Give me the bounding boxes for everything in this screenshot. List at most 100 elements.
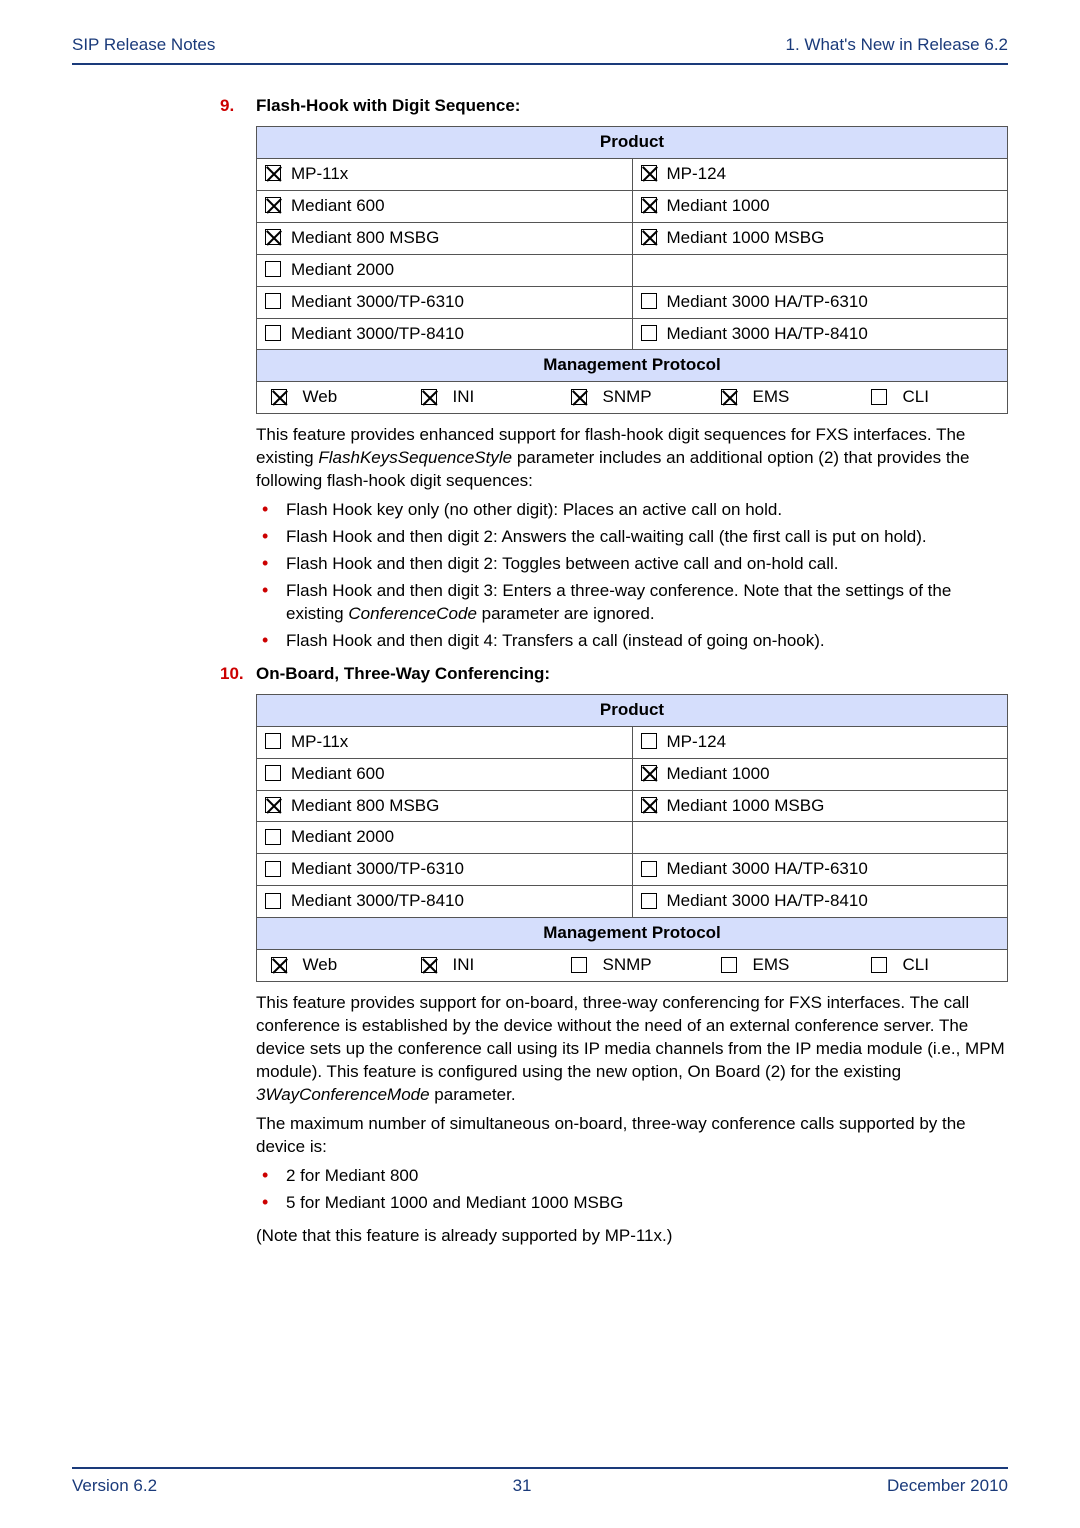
body-paragraph: The maximum number of simultaneous on-bo… xyxy=(256,1113,1008,1159)
product-label: Mediant 3000/TP-8410 xyxy=(291,324,464,343)
mgmt-label: INI xyxy=(445,950,558,981)
note-paragraph: (Note that this feature is already suppo… xyxy=(256,1225,1008,1248)
body-paragraph: This feature provides support for on-boa… xyxy=(256,992,1008,1107)
product-label: Mediant 3000 HA/TP-8410 xyxy=(667,324,868,343)
product-cell: Mediant 3000 HA/TP-8410 xyxy=(632,318,1008,350)
item-number: 9. xyxy=(220,95,256,118)
product-cell: Mediant 3000 HA/TP-6310 xyxy=(632,286,1008,318)
checkbox-icon xyxy=(265,293,281,309)
checkbox-icon xyxy=(271,957,287,973)
checkbox-icon xyxy=(571,957,587,973)
mgmt-label: SNMP xyxy=(595,950,708,981)
item-title: Flash-Hook with Digit Sequence: xyxy=(256,95,520,118)
checkbox-icon xyxy=(265,765,281,781)
footer-center: 31 xyxy=(513,1475,532,1498)
bullet-list: Flash Hook key only (no other digit): Pl… xyxy=(256,499,1008,653)
checkbox-icon xyxy=(265,229,281,245)
checkbox-icon xyxy=(641,765,657,781)
product-label: MP-124 xyxy=(667,732,727,751)
checkbox-icon xyxy=(641,893,657,909)
bullet-item: Flash Hook and then digit 2: Toggles bet… xyxy=(256,553,1008,576)
checkbox-icon xyxy=(641,197,657,213)
mgmt-label: SNMP xyxy=(595,382,708,413)
mgmt-checkbox-cell xyxy=(407,382,445,413)
bullet-item: Flash Hook and then digit 4: Transfers a… xyxy=(256,630,1008,653)
product-label: Mediant 800 MSBG xyxy=(291,796,439,815)
product-cell: Mediant 1000 xyxy=(632,758,1008,790)
product-cell: Mediant 800 MSBG xyxy=(257,790,633,822)
product-cell: Mediant 3000/TP-6310 xyxy=(257,854,633,886)
product-label: Mediant 600 xyxy=(291,764,385,783)
product-cell: Mediant 3000/TP-8410 xyxy=(257,318,633,350)
checkbox-icon xyxy=(265,797,281,813)
bullet-item: Flash Hook and then digit 3: Enters a th… xyxy=(256,580,1008,626)
checkbox-icon xyxy=(265,197,281,213)
mgmt-checkbox-cell xyxy=(857,382,895,413)
product-cell: Mediant 3000/TP-6310 xyxy=(257,286,633,318)
checkbox-icon xyxy=(641,165,657,181)
checkbox-icon xyxy=(641,861,657,877)
body-paragraph: This feature provides enhanced support f… xyxy=(256,424,1008,493)
product-cell: MP-11x xyxy=(257,726,633,758)
bullet-item: 2 for Mediant 800 xyxy=(256,1165,1008,1188)
product-cell: Mediant 1000 xyxy=(632,190,1008,222)
product-label: Mediant 3000 HA/TP-8410 xyxy=(667,891,868,910)
numbered-item: 10.On-Board, Three-Way Conferencing: xyxy=(220,663,1008,686)
checkbox-icon xyxy=(641,229,657,245)
header-right: 1. What's New in Release 6.2 xyxy=(786,34,1008,57)
product-header: Product xyxy=(257,694,1008,726)
checkbox-icon xyxy=(641,325,657,341)
mgmt-header: Management Protocol xyxy=(257,350,1008,382)
mgmt-checkbox-cell xyxy=(257,382,295,413)
product-label: Mediant 1000 MSBG xyxy=(667,228,825,247)
footer-left: Version 6.2 xyxy=(72,1475,157,1498)
product-label: MP-11x xyxy=(291,732,348,751)
product-cell xyxy=(632,254,1008,286)
product-label: MP-11x xyxy=(291,164,348,183)
product-cell: Mediant 3000/TP-8410 xyxy=(257,886,633,918)
mgmt-label: CLI xyxy=(895,382,1008,413)
item-title: On-Board, Three-Way Conferencing: xyxy=(256,663,550,686)
checkbox-icon xyxy=(265,733,281,749)
checkbox-icon xyxy=(265,325,281,341)
mgmt-checkbox-cell xyxy=(257,950,295,981)
product-label: Mediant 3000 HA/TP-6310 xyxy=(667,859,868,878)
param-name: 3WayConferenceMode xyxy=(256,1085,430,1104)
product-cell: Mediant 3000 HA/TP-6310 xyxy=(632,854,1008,886)
checkbox-icon xyxy=(641,733,657,749)
param-name: ConferenceCode xyxy=(348,604,477,623)
mgmt-label: EMS xyxy=(745,950,858,981)
product-table: ProductMP-11xMP-124Mediant 600Mediant 10… xyxy=(256,126,1008,414)
product-cell: Mediant 600 xyxy=(257,758,633,790)
product-label: Mediant 600 xyxy=(291,196,385,215)
checkbox-icon xyxy=(721,957,737,973)
mgmt-checkbox-cell xyxy=(707,950,745,981)
numbered-item: 9.Flash-Hook with Digit Sequence: xyxy=(220,95,1008,118)
checkbox-icon xyxy=(271,389,287,405)
mgmt-header: Management Protocol xyxy=(257,918,1008,950)
product-label: Mediant 1000 xyxy=(667,196,770,215)
product-table: Product MP-11x MP-124 Mediant 600 Mediant 10… xyxy=(256,694,1008,982)
param-name: FlashKeysSequenceStyle xyxy=(318,448,512,467)
product-cell: MP-124 xyxy=(632,726,1008,758)
product-label: Mediant 2000 xyxy=(291,827,394,846)
footer-right: December 2010 xyxy=(887,1475,1008,1498)
checkbox-icon xyxy=(265,165,281,181)
bullet-item: Flash Hook key only (no other digit): Pl… xyxy=(256,499,1008,522)
product-cell: MP-11x xyxy=(257,158,633,190)
product-label: Mediant 3000/TP-6310 xyxy=(291,292,464,311)
product-cell: Mediant 600 xyxy=(257,190,633,222)
product-label: Mediant 2000 xyxy=(291,260,394,279)
checkbox-icon xyxy=(871,957,887,973)
product-cell: Mediant 2000 xyxy=(257,254,633,286)
checkbox-icon xyxy=(265,861,281,877)
product-label: Mediant 3000/TP-6310 xyxy=(291,859,464,878)
bullet-item: 5 for Mediant 1000 and Mediant 1000 MSBG xyxy=(256,1192,1008,1215)
product-cell: MP-124 xyxy=(632,158,1008,190)
product-cell: Mediant 3000 HA/TP-8410 xyxy=(632,886,1008,918)
checkbox-icon xyxy=(641,293,657,309)
product-label: Mediant 800 MSBG xyxy=(291,228,439,247)
product-cell: Mediant 1000 MSBG xyxy=(632,790,1008,822)
checkbox-icon xyxy=(421,957,437,973)
mgmt-label: EMS xyxy=(745,382,858,413)
